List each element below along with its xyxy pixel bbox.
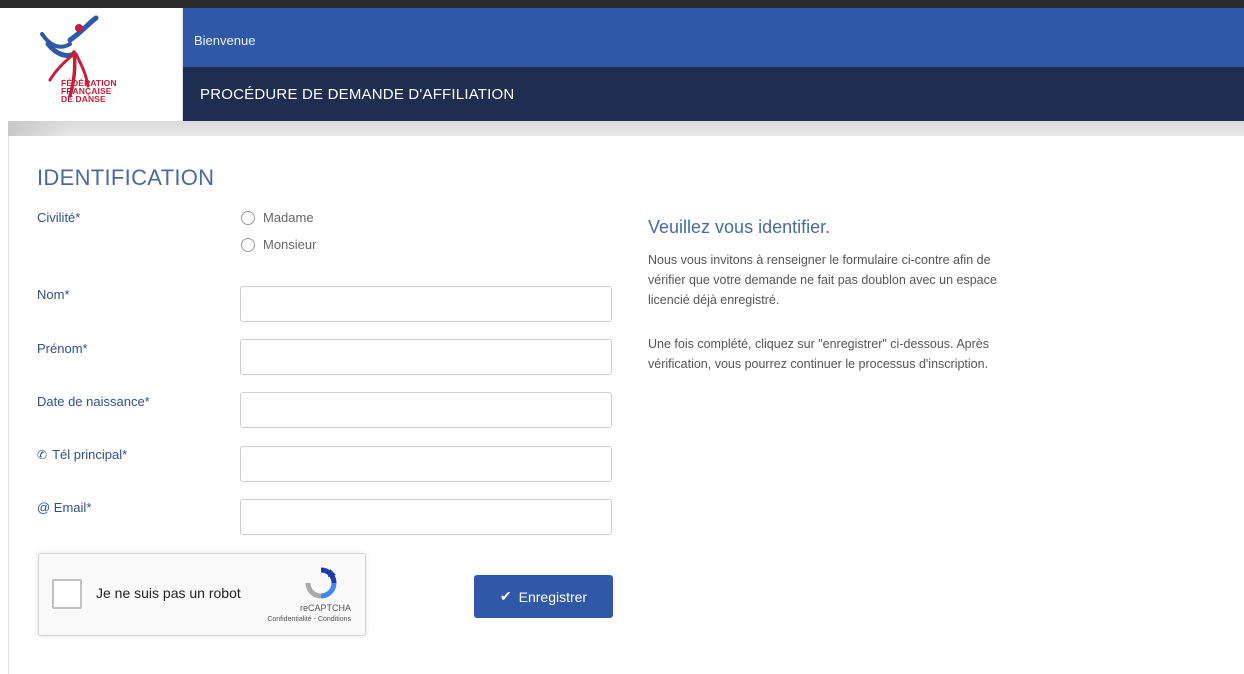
phone-label-row: ✆ Tél principal* bbox=[37, 447, 127, 462]
check-icon: ✔ bbox=[499, 588, 512, 604]
logo-wordmark: FÉDÉRATION FRANÇAISE DE DANSE bbox=[61, 79, 117, 104]
welcome-text: Bienvenue bbox=[194, 33, 256, 48]
birthdate-input[interactable] bbox=[240, 392, 612, 428]
radio-circle-icon[interactable] bbox=[241, 210, 255, 225]
logo-line: DE DANSE bbox=[61, 94, 106, 104]
radio-monsieur[interactable]: Monsieur bbox=[241, 237, 316, 252]
section-title: IDENTIFICATION bbox=[37, 165, 215, 190]
phone-icon: ✆ bbox=[37, 448, 48, 462]
content-left-border bbox=[8, 136, 9, 674]
recaptcha-terms-link[interactable]: Confidentialité - Conditions bbox=[267, 616, 351, 623]
nom-input[interactable] bbox=[240, 286, 612, 322]
email-input[interactable] bbox=[240, 499, 612, 535]
save-button-label: Enregistrer bbox=[518, 588, 588, 605]
radio-monsieur-label: Monsieur bbox=[263, 237, 317, 252]
header-shadow-band bbox=[8, 121, 1244, 136]
page-title: PROCÉDURE DE DEMANDE D'AFFILIATION bbox=[200, 86, 515, 103]
nom-label: Nom* bbox=[37, 287, 70, 302]
civility-label: Civilité* bbox=[37, 210, 81, 225]
radio-madame-label: Madame bbox=[263, 210, 314, 225]
radio-circle-icon[interactable] bbox=[241, 237, 255, 252]
phone-label: Tél principal* bbox=[52, 447, 128, 462]
recaptcha-widget: Je ne suis pas un robot reCAPTCHA Confid… bbox=[38, 553, 366, 636]
header-welcome-bar: Bienvenue bbox=[183, 8, 1244, 67]
header-title-bar: PROCÉDURE DE DEMANDE D'AFFILIATION bbox=[183, 67, 1244, 121]
info-paragraph: Une fois complété, cliquez sur "enregist… bbox=[648, 337, 989, 371]
prenom-input[interactable] bbox=[240, 339, 612, 375]
window-top-strip bbox=[0, 0, 1244, 8]
info-paragraph: Nous vous invitons à renseigner le formu… bbox=[648, 253, 997, 307]
recaptcha-checkbox[interactable] bbox=[52, 579, 82, 609]
recaptcha-logo-icon bbox=[305, 567, 337, 599]
email-label: @ Email* bbox=[37, 500, 92, 515]
info-title: Veuillez vous identifier. bbox=[648, 217, 831, 237]
radio-madame[interactable]: Madame bbox=[241, 210, 314, 225]
birthdate-label: Date de naissance* bbox=[37, 394, 150, 409]
recaptcha-label: Je ne suis pas un robot bbox=[96, 585, 241, 601]
ffd-logo[interactable]: FÉDÉRATION FRANÇAISE DE DANSE bbox=[8, 8, 183, 121]
prenom-label: Prénom* bbox=[37, 341, 88, 356]
save-button[interactable]: ✔ Enregistrer bbox=[474, 575, 613, 618]
phone-input[interactable] bbox=[240, 446, 612, 482]
recaptcha-brand: reCAPTCHA bbox=[299, 603, 351, 613]
